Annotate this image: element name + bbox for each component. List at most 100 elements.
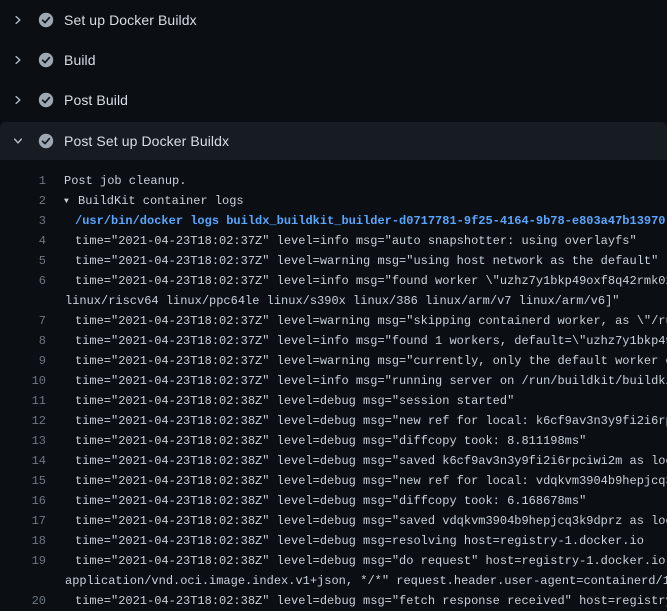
log-line-number[interactable]: 20 <box>0 591 46 611</box>
group-caret-icon[interactable]: ▼ <box>64 192 78 212</box>
log-line-text: time="2021-04-23T18:02:38Z" level=debug … <box>75 491 586 511</box>
chevron-icon[interactable] <box>11 53 25 67</box>
log-line-number[interactable] <box>0 291 46 311</box>
log-line: 19 time="2021-04-23T18:02:38Z" level=deb… <box>0 551 667 571</box>
chevron-down-icon <box>12 135 24 147</box>
log-line-text-content: time="2021-04-23T18:02:38Z" level=debug … <box>75 534 644 548</box>
log-line-number[interactable]: 13 <box>0 431 46 451</box>
log-line: application/vnd.oci.image.index.v1+json,… <box>0 571 667 591</box>
log-line-number[interactable]: 3 <box>0 211 46 231</box>
log-line-text-content: time="2021-04-23T18:02:38Z" level=debug … <box>75 474 667 488</box>
log-line-number[interactable]: 4 <box>0 231 46 251</box>
step-row-2[interactable]: Post Build <box>0 80 667 120</box>
log-line-text: time="2021-04-23T18:02:38Z" level=debug … <box>75 531 644 551</box>
chevron-icon[interactable] <box>11 134 25 148</box>
log-line-text: time="2021-04-23T18:02:38Z" level=debug … <box>75 591 667 611</box>
log-line-text-content: time="2021-04-23T18:02:38Z" level=debug … <box>75 554 667 568</box>
log-line-text: time="2021-04-23T18:02:38Z" level=debug … <box>75 551 667 571</box>
log-line: 13 time="2021-04-23T18:02:38Z" level=deb… <box>0 431 667 451</box>
log-line-text-content: linux/riscv64 linux/ppc64le linux/s390x … <box>65 294 620 308</box>
log-line-text-content: Post job cleanup. <box>64 174 186 188</box>
log-line-text: /usr/bin/docker logs buildx_buildkit_bui… <box>75 211 666 231</box>
log-line-text-content: time="2021-04-23T18:02:38Z" level=debug … <box>75 454 667 468</box>
log-line: 20 time="2021-04-23T18:02:38Z" level=deb… <box>0 591 667 611</box>
step-row-1[interactable]: Build <box>0 40 667 80</box>
log-line: 18 time="2021-04-23T18:02:38Z" level=deb… <box>0 531 667 551</box>
chevron-right-icon <box>12 14 24 26</box>
step-row-3[interactable]: Post Set up Docker Buildx <box>0 122 667 160</box>
log-line: 12 time="2021-04-23T18:02:38Z" level=deb… <box>0 411 667 431</box>
log-line-number[interactable]: 19 <box>0 551 46 571</box>
log-line: 15 time="2021-04-23T18:02:38Z" level=deb… <box>0 471 667 491</box>
log-line-number[interactable]: 1 <box>0 171 46 191</box>
log-line-number[interactable]: 15 <box>0 471 46 491</box>
log-line: 4 time="2021-04-23T18:02:37Z" level=info… <box>0 231 667 251</box>
log-line-text: time="2021-04-23T18:02:38Z" level=debug … <box>75 431 586 451</box>
log-line-text-content: time="2021-04-23T18:02:37Z" level=info m… <box>75 274 667 288</box>
log-line-number[interactable]: 18 <box>0 531 46 551</box>
log-line-text-content: time="2021-04-23T18:02:38Z" level=debug … <box>75 394 514 408</box>
log-line: 9 time="2021-04-23T18:02:37Z" level=warn… <box>0 351 667 371</box>
log-line-text: time="2021-04-23T18:02:38Z" level=debug … <box>75 511 667 531</box>
log-line-text: application/vnd.oci.image.index.v1+json,… <box>65 571 667 591</box>
chevron-right-icon <box>12 94 24 106</box>
chevron-right-icon <box>12 54 24 66</box>
log-line: 1 Post job cleanup. <box>0 171 667 191</box>
log-line: 2 ▼BuildKit container logs <box>0 191 667 211</box>
log-line-text-content: time="2021-04-23T18:02:38Z" level=debug … <box>75 434 586 448</box>
log-line-text: linux/riscv64 linux/ppc64le linux/s390x … <box>65 291 620 311</box>
check-circle-icon <box>38 52 54 68</box>
step-label: Post Set up Docker Buildx <box>64 133 229 149</box>
log-area: 1 Post job cleanup. 2 ▼BuildKit containe… <box>0 160 667 611</box>
log-line-text-content: time="2021-04-23T18:02:37Z" level=warnin… <box>75 314 667 328</box>
log-line: 16 time="2021-04-23T18:02:38Z" level=deb… <box>0 491 667 511</box>
log-line-text: time="2021-04-23T18:02:37Z" level=warnin… <box>75 311 667 331</box>
log-line-text-content: time="2021-04-23T18:02:37Z" level=warnin… <box>75 354 667 368</box>
log-line-text: time="2021-04-23T18:02:37Z" level=warnin… <box>75 351 667 371</box>
log-line-number[interactable]: 14 <box>0 451 46 471</box>
log-line: 6 time="2021-04-23T18:02:37Z" level=info… <box>0 271 667 291</box>
log-line: 10 time="2021-04-23T18:02:37Z" level=inf… <box>0 371 667 391</box>
log-line: 17 time="2021-04-23T18:02:38Z" level=deb… <box>0 511 667 531</box>
log-line-text: time="2021-04-23T18:02:37Z" level=warnin… <box>75 251 658 271</box>
log-line-text-content: BuildKit container logs <box>78 194 244 208</box>
log-line-text: time="2021-04-23T18:02:37Z" level=info m… <box>75 271 667 291</box>
step-label: Post Build <box>64 92 128 108</box>
chevron-icon[interactable] <box>11 13 25 27</box>
log-line-number[interactable]: 10 <box>0 371 46 391</box>
log-line-number[interactable]: 12 <box>0 411 46 431</box>
log-line-text-content: time="2021-04-23T18:02:38Z" level=debug … <box>75 414 667 428</box>
log-line-number[interactable]: 2 <box>0 191 46 211</box>
log-line: 5 time="2021-04-23T18:02:37Z" level=warn… <box>0 251 667 271</box>
step-row-0[interactable]: Set up Docker Buildx <box>0 0 667 40</box>
log-line-text: time="2021-04-23T18:02:38Z" level=debug … <box>75 451 667 471</box>
log-line-number[interactable]: 8 <box>0 331 46 351</box>
log-line-number[interactable]: 7 <box>0 311 46 331</box>
step-label: Build <box>64 52 96 68</box>
step-label: Set up Docker Buildx <box>64 12 197 28</box>
log-line-text-content: /usr/bin/docker logs buildx_buildkit_bui… <box>75 214 666 228</box>
log-line-text: ▼BuildKit container logs <box>64 191 244 211</box>
log-line-text: Post job cleanup. <box>64 171 186 191</box>
log-line-text-content: time="2021-04-23T18:02:37Z" level=info m… <box>75 374 667 388</box>
check-circle-icon <box>38 12 54 28</box>
log-line: 14 time="2021-04-23T18:02:38Z" level=deb… <box>0 451 667 471</box>
log-line-number[interactable]: 16 <box>0 491 46 511</box>
log-line: 3 /usr/bin/docker logs buildx_buildkit_b… <box>0 211 667 231</box>
log-line-number[interactable] <box>0 571 46 591</box>
log-line-text: time="2021-04-23T18:02:37Z" level=info m… <box>75 371 667 391</box>
log-line-number[interactable]: 11 <box>0 391 46 411</box>
log-line-text-content: time="2021-04-23T18:02:38Z" level=debug … <box>75 594 667 608</box>
log-line-number[interactable]: 6 <box>0 271 46 291</box>
log-line-text-content: time="2021-04-23T18:02:38Z" level=debug … <box>75 514 667 528</box>
log-line-number[interactable]: 17 <box>0 511 46 531</box>
log-line: linux/riscv64 linux/ppc64le linux/s390x … <box>0 291 667 311</box>
check-circle-icon <box>38 92 54 108</box>
log-line-number[interactable]: 9 <box>0 351 46 371</box>
log-line-text: time="2021-04-23T18:02:38Z" level=debug … <box>75 471 667 491</box>
log-line-text-content: time="2021-04-23T18:02:37Z" level=warnin… <box>75 254 658 268</box>
chevron-icon[interactable] <box>11 93 25 107</box>
log-line-number[interactable]: 5 <box>0 251 46 271</box>
log-line-text-content: time="2021-04-23T18:02:37Z" level=info m… <box>75 234 637 248</box>
steps-list: Set up Docker Buildx Build <box>0 0 667 160</box>
